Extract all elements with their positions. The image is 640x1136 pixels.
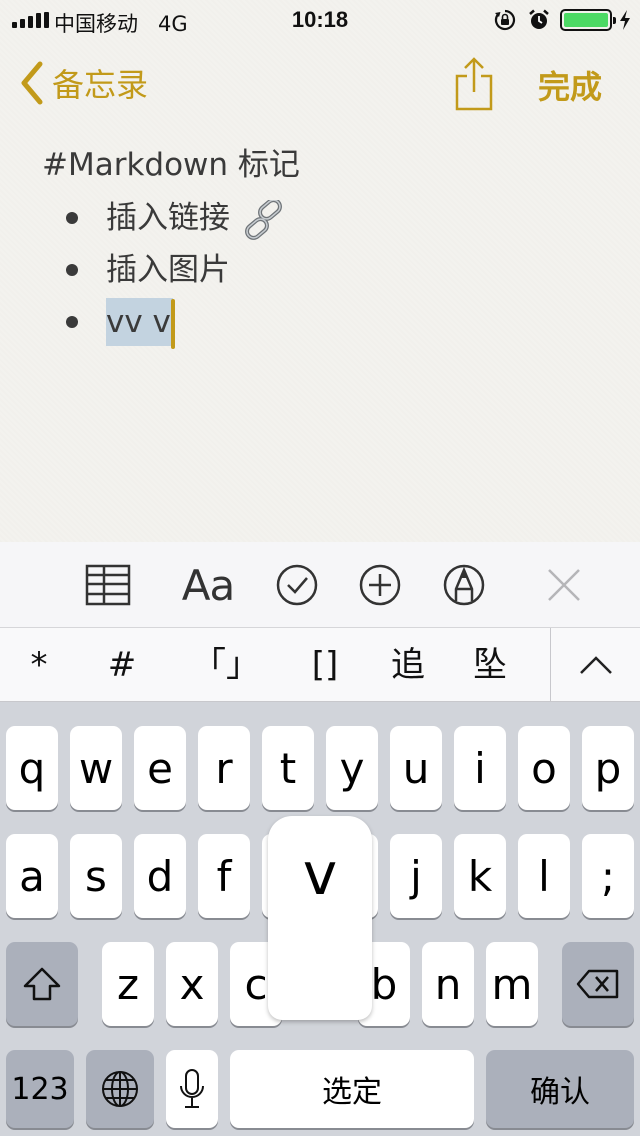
key-r[interactable]: r — [198, 726, 250, 810]
rotation-lock-icon — [494, 9, 516, 31]
list-item: 插入图片 — [42, 244, 602, 296]
candidate-item[interactable]: [] — [290, 628, 360, 702]
bullet-dot — [66, 212, 78, 224]
key-x[interactable]: x — [166, 942, 218, 1026]
key-z[interactable]: z — [102, 942, 154, 1026]
bullet-text: 插入图片 — [106, 252, 230, 288]
back-button-label: 备忘录 — [52, 66, 149, 104]
candidate-item[interactable]: * — [14, 628, 64, 702]
key-i[interactable]: i — [454, 726, 506, 810]
battery-icon — [560, 9, 616, 31]
key-d[interactable]: d — [134, 834, 186, 918]
key-j[interactable]: j — [390, 834, 442, 918]
candidate-item[interactable]: 「」 — [186, 628, 266, 702]
charging-bolt-icon — [620, 10, 630, 30]
key-q[interactable]: q — [6, 726, 58, 810]
share-icon[interactable] — [452, 56, 496, 112]
key-press-popup-letter: v — [302, 840, 338, 908]
candidate-item[interactable]: 追 — [378, 628, 438, 702]
bullet-list: 插入链接 插入图片 vv v — [42, 192, 602, 349]
key-w[interactable]: w — [70, 726, 122, 810]
candidate-item[interactable]: 坠 — [460, 628, 520, 702]
numbers-key[interactable]: 123 — [6, 1050, 74, 1128]
globe-icon — [102, 1071, 138, 1107]
backspace-icon — [576, 969, 619, 999]
microphone-icon — [180, 1069, 204, 1108]
shift-arrow-icon — [23, 967, 61, 1001]
delete-key[interactable] — [562, 942, 634, 1026]
space-key[interactable]: 选定 — [230, 1050, 474, 1128]
key-m[interactable]: m — [486, 942, 538, 1026]
note-heading: #Markdown 标记 — [42, 147, 300, 183]
close-icon[interactable] — [544, 560, 584, 610]
plus-circle-icon[interactable] — [357, 560, 403, 610]
back-button[interactable]: 备忘录 — [18, 58, 148, 108]
formatting-toolbar: Aa — [0, 542, 640, 628]
key-y[interactable]: y — [326, 726, 378, 810]
key-t[interactable]: t — [262, 726, 314, 810]
key-l[interactable]: l — [518, 834, 570, 918]
markup-pen-icon[interactable] — [441, 560, 487, 610]
done-button[interactable]: 完成 — [538, 62, 602, 108]
chevron-up-icon — [579, 656, 612, 674]
key-v[interactable] — [294, 942, 346, 1020]
key-e[interactable]: e — [134, 726, 186, 810]
marked-text-selection[interactable]: vv v — [106, 298, 173, 346]
key-k[interactable]: k — [454, 834, 506, 918]
key-u[interactable]: u — [390, 726, 442, 810]
bullet-dot — [66, 264, 78, 276]
chevron-left-icon — [21, 61, 43, 105]
key-o[interactable]: o — [518, 726, 570, 810]
dictation-key[interactable] — [166, 1050, 218, 1128]
key-n[interactable]: n — [422, 942, 474, 1026]
key-p[interactable]: p — [582, 726, 634, 810]
list-item: vv v — [42, 296, 602, 349]
candidate-bar: * # 「」 [] 追 坠 — [0, 628, 640, 702]
link-icon — [244, 199, 282, 240]
bullet-dot — [66, 316, 78, 328]
bullet-text: 插入链接 — [106, 200, 230, 236]
key-f[interactable]: f — [198, 834, 250, 918]
status-bar: 中国移动 4G 10:18 — [0, 0, 640, 40]
text-format-button[interactable]: Aa — [176, 560, 240, 610]
candidate-item[interactable]: # — [94, 628, 150, 702]
table-icon[interactable] — [84, 560, 132, 610]
alarm-icon — [529, 9, 549, 29]
expand-candidates-button[interactable] — [551, 628, 640, 702]
checklist-icon[interactable] — [274, 560, 320, 610]
list-item: 插入链接 — [42, 192, 602, 244]
key-s[interactable]: s — [70, 834, 122, 918]
key-a[interactable]: a — [6, 834, 58, 918]
return-key[interactable]: 确认 — [486, 1050, 634, 1128]
note-body[interactable]: #Markdown 标记 插入链接 插入图片 vv v — [42, 142, 602, 349]
text-caret — [170, 298, 175, 349]
globe-key[interactable] — [86, 1050, 154, 1128]
key-semicolon[interactable]: ; — [582, 834, 634, 918]
shift-key[interactable] — [6, 942, 78, 1026]
